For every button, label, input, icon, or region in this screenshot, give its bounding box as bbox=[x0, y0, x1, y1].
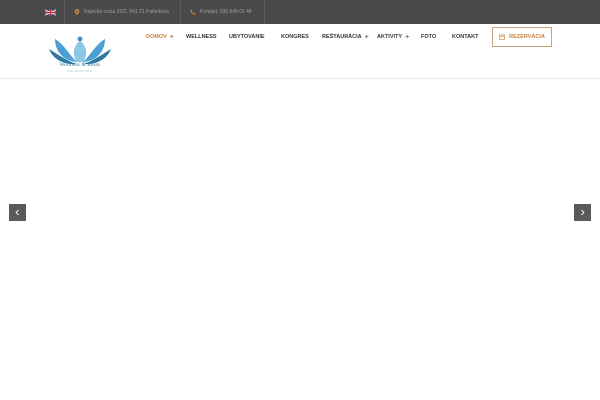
chevron-left-icon bbox=[15, 209, 19, 216]
slider-prev-button[interactable] bbox=[9, 204, 26, 221]
address-info: Rajecká cesta 20/2, 941 31 Palárikovo bbox=[74, 9, 169, 15]
topbar-divider bbox=[180, 0, 181, 24]
nav-item-kongres[interactable]: KONGRES bbox=[281, 34, 309, 40]
nav-item-label: KONGRES bbox=[281, 34, 309, 40]
nav-item-restauracia[interactable]: REŠTAURÁCIA + bbox=[322, 34, 369, 41]
nav-item-foto[interactable]: FOTO bbox=[421, 34, 436, 40]
top-info-bar: Rajecká cesta 20/2, 941 31 Palárikovo Ko… bbox=[0, 0, 600, 24]
reservation-button[interactable]: REZERVÁCIA bbox=[492, 27, 552, 47]
logo-title: Wellness & Relax bbox=[59, 62, 101, 68]
nav-item-domov[interactable]: DOMOV + bbox=[146, 34, 174, 41]
nav-item-label: FOTO bbox=[421, 34, 437, 40]
map-pin-icon bbox=[74, 9, 80, 15]
uk-flag-icon[interactable] bbox=[45, 9, 56, 16]
nav-item-label: KONTAKT bbox=[452, 34, 479, 40]
topbar-divider bbox=[264, 0, 265, 24]
nav-item-label: WELLNESS bbox=[186, 34, 217, 40]
phone-icon bbox=[190, 9, 196, 15]
nav-item-wellness[interactable]: WELLNESS bbox=[186, 34, 217, 40]
logo-subtitle: PALÁRIKOVO bbox=[67, 69, 93, 73]
nav-item-kontakt[interactable]: KONTAKT bbox=[452, 34, 478, 40]
address-text: Rajecká cesta 20/2, 941 31 Palárikovo bbox=[84, 9, 170, 15]
nav-item-label: AKTIVITY bbox=[377, 34, 403, 40]
nav-item-label: REŠTAURÁCIA bbox=[322, 34, 362, 40]
chevron-right-icon bbox=[581, 209, 585, 216]
slider-next-button[interactable] bbox=[574, 204, 591, 221]
contact-text[interactable]: Kontakt: 035 649 01 44 bbox=[200, 9, 252, 15]
topbar-divider bbox=[64, 0, 65, 24]
plus-icon[interactable]: + bbox=[405, 34, 409, 41]
nav-item-label: DOMOV bbox=[146, 34, 167, 40]
plus-icon[interactable]: + bbox=[170, 34, 174, 41]
contact-info: Kontakt: 035 649 01 44 bbox=[190, 9, 252, 15]
nav-item-label: UBYTOVANIE bbox=[229, 34, 265, 40]
calendar-icon bbox=[499, 34, 505, 40]
nav-item-ubytovanie[interactable]: UBYTOVANIE bbox=[229, 34, 265, 40]
reservation-label: REZERVÁCIA bbox=[509, 34, 545, 40]
nav-item-aktivity[interactable]: AKTIVITY + bbox=[377, 34, 409, 41]
plus-icon[interactable]: + bbox=[365, 34, 369, 41]
